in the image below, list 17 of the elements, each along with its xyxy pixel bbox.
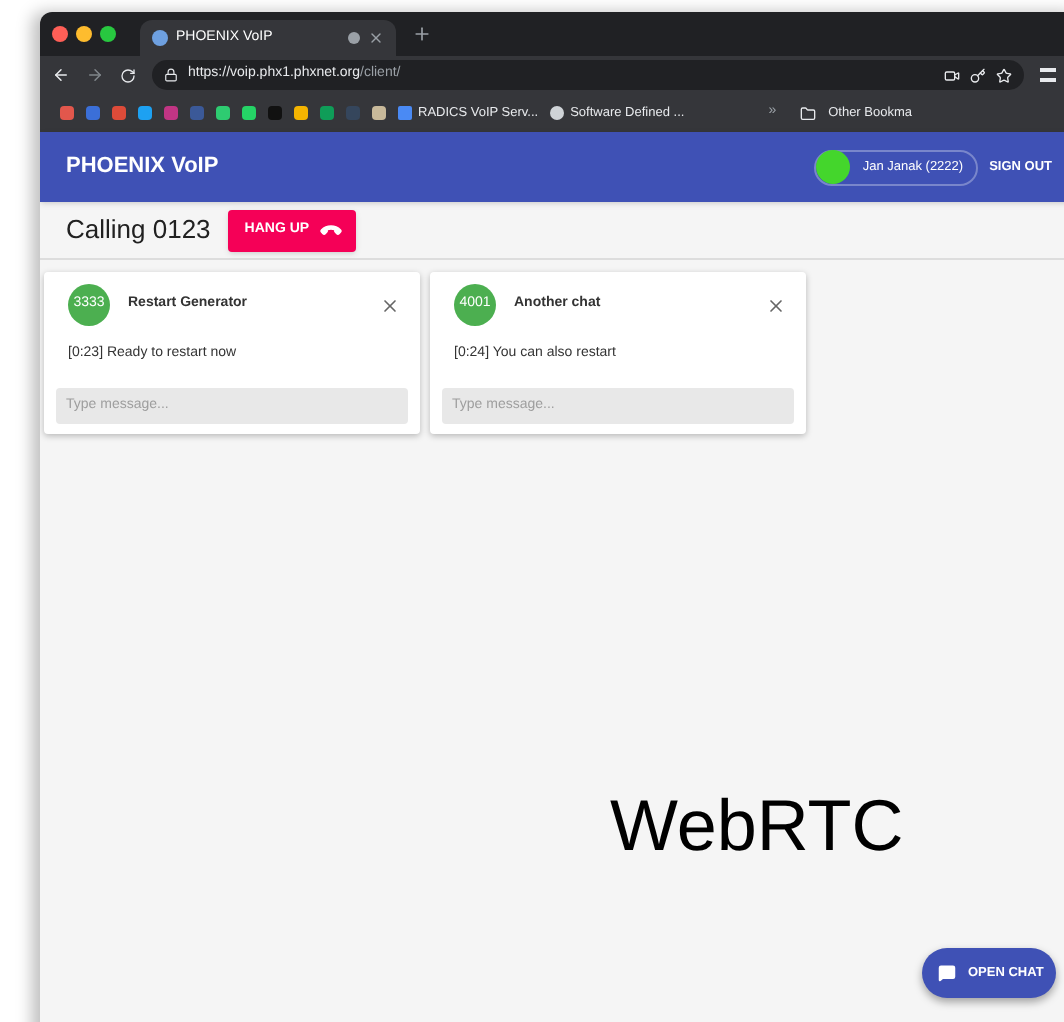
back-icon[interactable] [52, 66, 70, 84]
call-status: Calling 0123 [66, 212, 211, 249]
reload-icon[interactable] [120, 67, 136, 83]
close-icon[interactable] [766, 295, 786, 315]
tab-favicon-icon [152, 30, 168, 46]
forward-icon[interactable] [86, 66, 104, 84]
chat-icon [938, 964, 956, 982]
bookmark-star-icon[interactable] [996, 67, 1012, 83]
close-tab-icon[interactable] [368, 30, 384, 46]
folder-icon [800, 105, 817, 121]
new-tab-icon[interactable] [412, 24, 432, 44]
close-icon[interactable] [380, 295, 400, 315]
lock-icon [164, 68, 178, 82]
caption-text: WebRTC [610, 790, 904, 862]
camera-icon[interactable] [944, 67, 960, 83]
key-icon[interactable] [970, 67, 986, 83]
app-title: PHOENIX VoIP [66, 152, 221, 183]
